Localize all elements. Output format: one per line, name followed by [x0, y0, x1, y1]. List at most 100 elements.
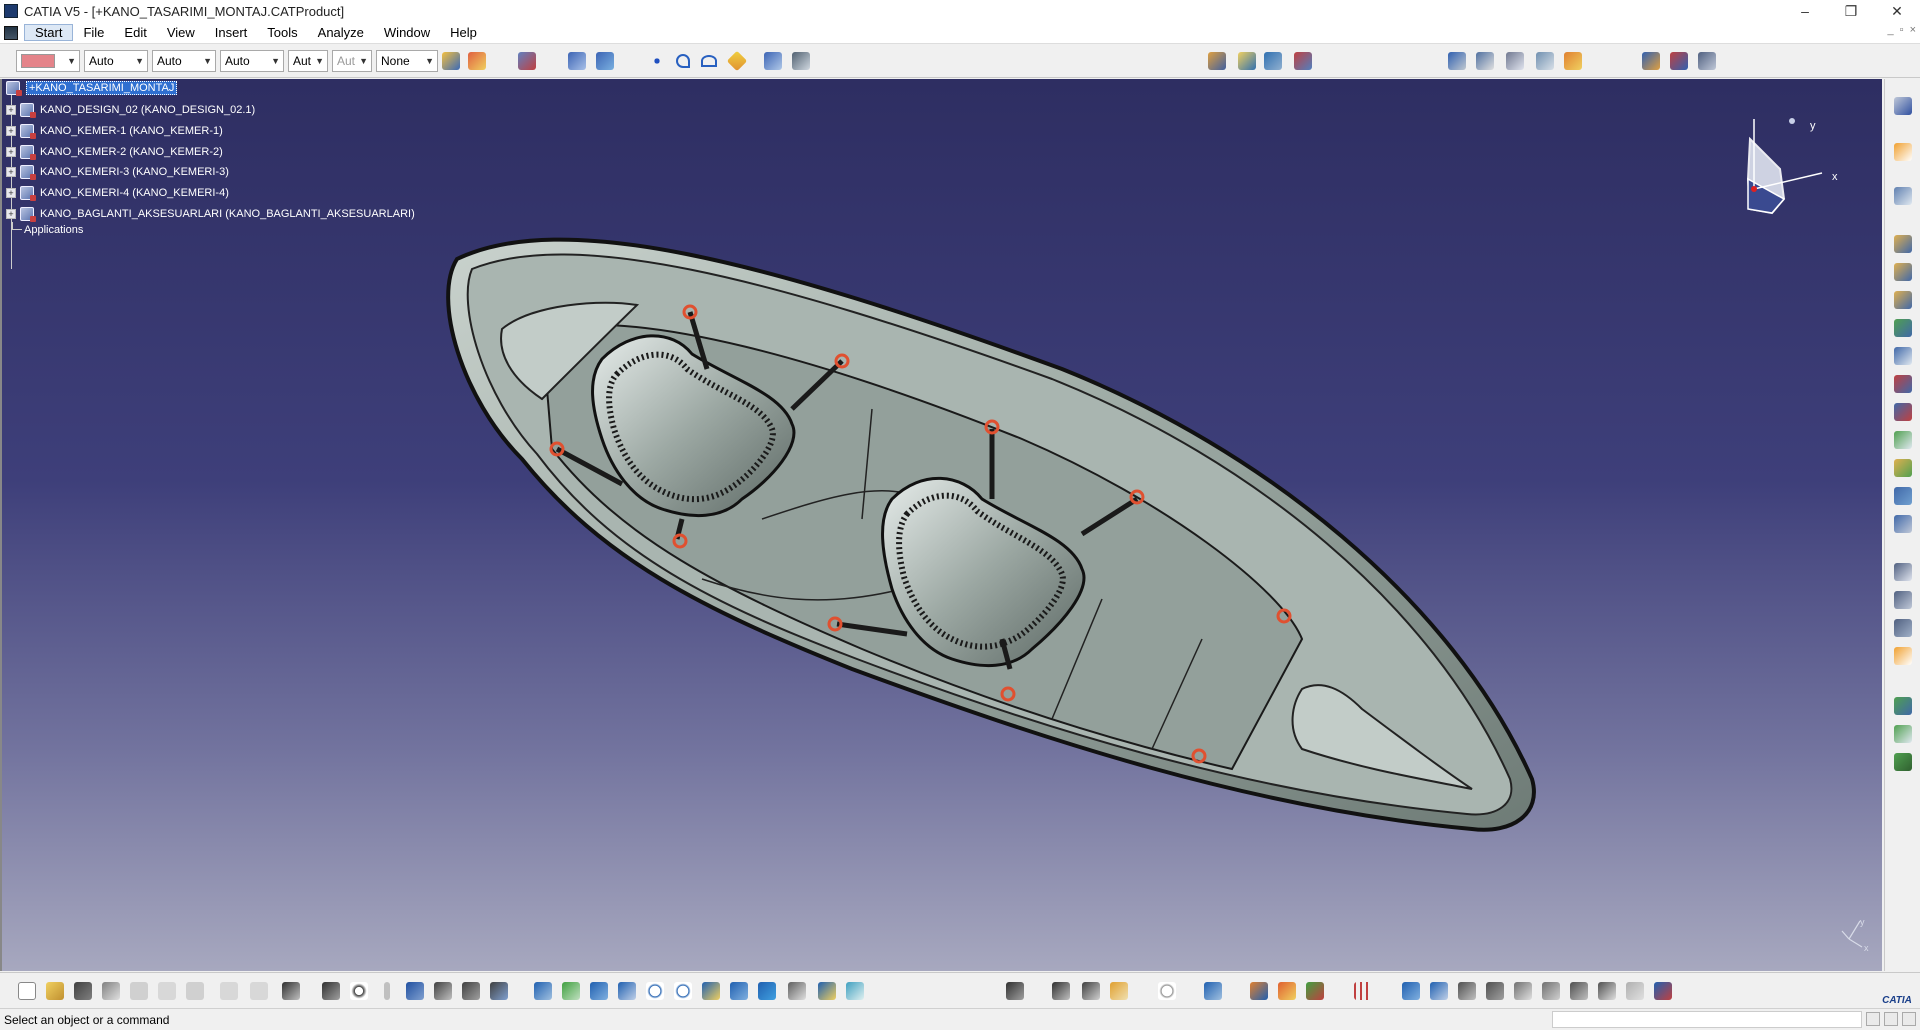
tree-root-label[interactable]: +KANO_TASARIMI_MONTAJ [26, 81, 178, 95]
formula-icon[interactable] [320, 980, 342, 1002]
power-input-button[interactable] [1866, 1012, 1880, 1026]
flexible-subassembly-icon[interactable] [1892, 751, 1914, 773]
product-design-icon[interactable] [1892, 95, 1914, 117]
product-structure-icon[interactable] [1206, 50, 1228, 72]
menu-window[interactable]: Window [374, 25, 440, 40]
expand-icon[interactable]: + [6, 167, 16, 177]
insert-component-icon[interactable] [1236, 50, 1258, 72]
insert-new-component-icon[interactable] [1892, 233, 1914, 255]
analysis-icon[interactable] [790, 50, 812, 72]
hide-show-icon[interactable] [816, 980, 838, 1002]
layer-combo[interactable]: None ▼ [376, 50, 438, 72]
offset-constraint-icon[interactable] [1892, 617, 1914, 639]
minimize-button[interactable]: – [1782, 0, 1828, 22]
fast-multi-instantiation-icon[interactable] [1892, 513, 1914, 535]
menu-start[interactable]: Start [24, 24, 74, 41]
manage-representations-icon[interactable] [1892, 457, 1914, 479]
rendering-style-combo[interactable]: Aut ▼ [332, 50, 372, 72]
tree-item[interactable]: + KANO_BAGLANTI_AKSESUARLARI (KANO_BAGLA… [2, 204, 415, 224]
settings-icon[interactable] [1652, 980, 1674, 1002]
3d-viewport[interactable]: y x y x +KANO_TASARIMI_MONTAJ + KANO_DES… [0, 79, 1882, 971]
assembly-features-icon[interactable] [1004, 980, 1026, 1002]
selective-load-icon[interactable] [1892, 429, 1914, 451]
doc-minimize-icon[interactable]: _ [1888, 24, 1894, 36]
swap-visible-space-icon[interactable] [844, 980, 866, 1002]
zoom-out-icon[interactable] [672, 980, 694, 1002]
publication-icon[interactable] [1304, 980, 1326, 1002]
normal-view-icon[interactable] [700, 980, 722, 1002]
create-view-icon[interactable] [594, 50, 616, 72]
menu-tools[interactable]: Tools [257, 25, 307, 40]
menu-edit[interactable]: Edit [114, 25, 156, 40]
measure-between-icon[interactable] [1446, 50, 1468, 72]
refresh-icon[interactable] [1624, 980, 1646, 1002]
power-input-field[interactable] [1552, 1011, 1862, 1028]
tree-item-label[interactable]: KANO_KEMERI-4 (KANO_KEMERI-4) [40, 187, 229, 199]
cancel-command-button[interactable] [1884, 1012, 1898, 1026]
spline-icon[interactable] [672, 50, 694, 72]
save-icon[interactable] [72, 980, 94, 1002]
menu-file[interactable]: File [73, 25, 114, 40]
generate-numbering-icon[interactable] [1892, 401, 1914, 423]
parameter-icon[interactable] [376, 980, 398, 1002]
pointer-icon[interactable] [1892, 185, 1914, 207]
applications-label[interactable]: Applications [24, 224, 83, 236]
catalog-icon[interactable] [488, 980, 510, 1002]
graph-tree-icon[interactable] [1892, 373, 1914, 395]
shading-icon[interactable] [786, 980, 808, 1002]
whats-this-icon[interactable] [280, 980, 302, 1002]
multi-view-icon[interactable] [728, 980, 750, 1002]
line-type-combo[interactable]: Auto ▼ [220, 50, 284, 72]
split-icon[interactable] [1050, 980, 1072, 1002]
properties-icon[interactable] [466, 50, 488, 72]
insert-new-product-icon[interactable] [1892, 261, 1914, 283]
table-icon[interactable] [404, 980, 426, 1002]
tree-applications-node[interactable]: Applications [12, 222, 83, 236]
doc-restore-icon[interactable]: ▫ [1900, 24, 1904, 36]
expand-icon[interactable]: + [6, 188, 16, 198]
update-all-icon[interactable] [1156, 980, 1178, 1002]
select-icon[interactable] [1892, 141, 1914, 163]
circle-icon[interactable] [698, 50, 720, 72]
doc-close-icon[interactable]: × [1910, 24, 1916, 36]
tree-item-label[interactable]: KANO_BAGLANTI_AKSESUARLARI (KANO_BAGLANT… [40, 208, 415, 220]
knowledge-icon[interactable] [348, 980, 370, 1002]
format-painter-icon[interactable] [440, 50, 462, 72]
pocket-icon[interactable] [1108, 980, 1130, 1002]
fit-all-icon[interactable] [560, 980, 582, 1002]
expand-icon[interactable]: + [6, 147, 16, 157]
replace-component-icon[interactable] [1892, 345, 1914, 367]
compass[interactable]: y x [1746, 118, 1838, 215]
sketch-icon[interactable] [1540, 980, 1562, 1002]
snap-icon[interactable] [1668, 50, 1690, 72]
annotation-icon[interactable] [1504, 50, 1526, 72]
clash-icon[interactable] [1562, 50, 1584, 72]
close-button[interactable]: ✕ [1874, 0, 1920, 22]
transparency-combo[interactable]: Auto ▼ [84, 50, 148, 72]
tree-item[interactable]: + KANO_KEMERI-3 (KANO_KEMERI-3) [2, 162, 229, 182]
color-combo[interactable]: ▼ [16, 50, 80, 72]
snap-move-icon[interactable] [1484, 980, 1506, 1002]
grid-icon[interactable] [1352, 980, 1374, 1002]
tree-item-label[interactable]: KANO_KEMER-2 (KANO_KEMER-2) [40, 146, 223, 158]
insert-new-part-icon[interactable] [1892, 289, 1914, 311]
quick-view-icon[interactable] [756, 980, 778, 1002]
measure-item-icon[interactable] [1474, 50, 1496, 72]
catalog-browser-icon[interactable] [516, 50, 538, 72]
menu-view[interactable]: View [157, 25, 205, 40]
menu-insert[interactable]: Insert [205, 25, 258, 40]
explode-icon[interactable] [1696, 50, 1718, 72]
tree-item[interactable]: + KANO_KEMERI-4 (KANO_KEMERI-4) [2, 183, 229, 203]
menu-help[interactable]: Help [440, 25, 487, 40]
execute-command-button[interactable] [1902, 1012, 1916, 1026]
update-icon[interactable] [1892, 695, 1914, 717]
coincidence-constraint-icon[interactable] [1892, 561, 1914, 583]
pan-icon[interactable] [588, 980, 610, 1002]
new-icon[interactable] [16, 980, 38, 1002]
hole-icon[interactable] [1080, 980, 1102, 1002]
constraint-icon[interactable] [762, 50, 784, 72]
insert-existing-icon[interactable] [1892, 317, 1914, 339]
law-icon[interactable] [460, 980, 482, 1002]
fix-component-icon[interactable] [1892, 645, 1914, 667]
contact-constraint-icon[interactable] [1892, 589, 1914, 611]
